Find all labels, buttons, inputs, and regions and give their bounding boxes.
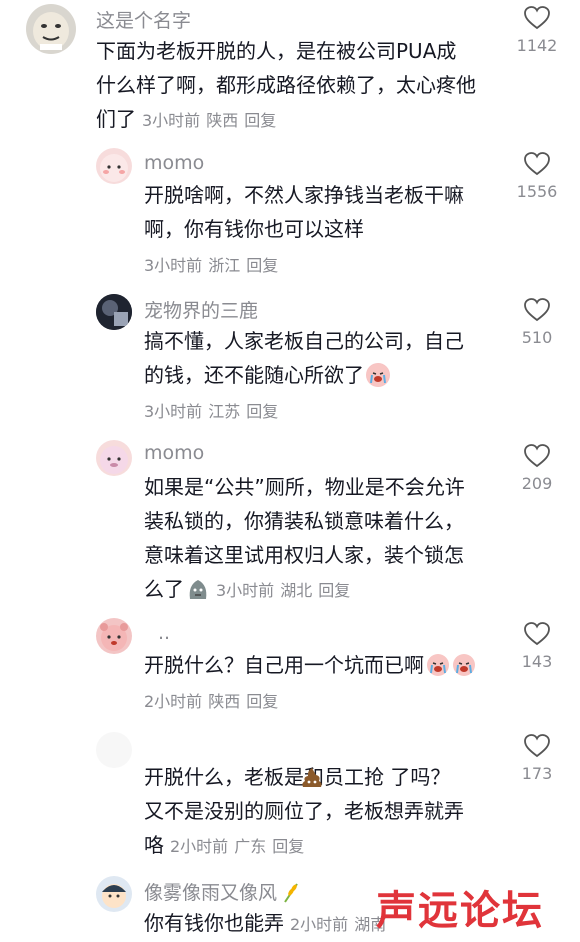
comment-meta: 2小时前 广东 回复 bbox=[170, 837, 310, 856]
like-count: 173 bbox=[521, 764, 553, 783]
meme-face-icon bbox=[33, 12, 69, 50]
comment-line: 开脱什么？自己用一个坑而已啊 bbox=[144, 653, 424, 677]
username[interactable]: .. bbox=[158, 622, 170, 644]
user-avatar[interactable] bbox=[96, 618, 132, 654]
timestamp: 2小时前 bbox=[170, 837, 229, 856]
reply-button[interactable]: 回复 bbox=[246, 256, 278, 275]
comment-text: 搞不懂，人家老板自己的公司，自己 的钱，还不能随心所欲了 bbox=[144, 324, 524, 392]
comment-line-with-emoji: 开脱什么，老板是和员工抢 了吗？ bbox=[144, 760, 524, 794]
heart-icon bbox=[524, 734, 550, 758]
like-button[interactable]: 1142 bbox=[512, 6, 562, 55]
comment-line: 什么样了啊，都形成路径依赖了，太心疼他 bbox=[96, 73, 476, 97]
like-button[interactable]: 510 bbox=[512, 298, 562, 347]
comment-line-last: 么了 3小时前 湖北 回复 bbox=[144, 572, 524, 608]
comment-line-last: 咯 2小时前 广东 回复 bbox=[144, 828, 524, 864]
timestamp: 2小时前 bbox=[290, 915, 349, 934]
heart-icon bbox=[524, 6, 550, 30]
comment-line: 下面为老板开脱的人，是在被公司PUA成 bbox=[96, 39, 457, 63]
timestamp: 3小时前 bbox=[142, 111, 201, 130]
location: 浙江 bbox=[208, 256, 241, 275]
pink-character-icon bbox=[100, 446, 128, 474]
like-button[interactable]: 173 bbox=[512, 734, 562, 783]
wheat-emoji bbox=[279, 880, 303, 904]
comment-line: 搞不懂，人家老板自己的公司，自己 bbox=[144, 329, 464, 353]
comment-meta: 3小时前 浙江 回复 bbox=[144, 252, 284, 276]
reply-button[interactable]: 回复 bbox=[246, 692, 278, 711]
crying-face-emoji bbox=[452, 653, 476, 677]
forum-watermark: 声远论坛 bbox=[376, 887, 544, 934]
user-avatar[interactable] bbox=[96, 876, 132, 912]
username[interactable]: momo bbox=[144, 442, 204, 464]
timestamp: 3小时前 bbox=[144, 256, 203, 275]
comment-line: 意味着这里试用权归人家，装个锁怎 bbox=[144, 543, 464, 567]
comment-text: 如果是“公共”厕所，物业是不会允许 装私锁的，你猜装私锁意味着什么， 意味着这里… bbox=[144, 470, 524, 608]
comment-line: 又不是没别的厕位了，老板想弄就弄 bbox=[144, 799, 464, 823]
heart-icon bbox=[524, 298, 550, 322]
comment-text: 下面为老板开脱的人，是在被公司PUA成 什么样了啊，都形成路径依赖了，太心疼他 … bbox=[96, 34, 516, 138]
comment-line: 的钱，还不能随心所欲了 bbox=[144, 363, 364, 387]
comment-meta: 3小时前 陕西 回复 bbox=[142, 111, 282, 130]
username[interactable]: 这是个名字 bbox=[96, 6, 191, 33]
reply-button[interactable]: 回复 bbox=[244, 111, 276, 130]
poop-emoji bbox=[300, 765, 324, 789]
location: 江苏 bbox=[208, 402, 241, 421]
timestamp: 2小时前 bbox=[144, 692, 203, 711]
cartoon-boy-icon bbox=[102, 884, 126, 908]
like-button[interactable]: 209 bbox=[512, 444, 562, 493]
comment-line: 你有钱你也能弄 bbox=[144, 911, 284, 935]
user-avatar[interactable] bbox=[26, 4, 76, 54]
comment-line-last: 们了 3小时前 陕西 回复 bbox=[96, 102, 516, 138]
comment-text: 开脱什么？自己用一个坑而已啊 bbox=[144, 648, 524, 682]
user-avatar[interactable] bbox=[96, 732, 132, 768]
timestamp: 3小时前 bbox=[144, 402, 203, 421]
user-avatar[interactable] bbox=[96, 440, 132, 476]
username[interactable]: 像雾像雨又像风 bbox=[144, 878, 303, 905]
comment-line: 啊，你有钱你也可以这样 bbox=[144, 217, 364, 241]
pink-bear-icon bbox=[100, 623, 128, 651]
comment-line-with-emoji: 开脱什么？自己用一个坑而已啊 bbox=[144, 648, 524, 682]
comment-line: 么了 bbox=[144, 577, 184, 601]
comment-meta: 3小时前 江苏 回复 bbox=[144, 398, 284, 422]
comment-line: 如果是“公共”厕所，物业是不会允许 bbox=[144, 475, 465, 499]
like-count: 1142 bbox=[516, 36, 558, 55]
comment-text: 开脱什么，老板是和员工抢 了吗？ 又不是没别的厕位了，老板想弄就弄 咯 2小时前广… bbox=[144, 760, 524, 864]
like-count: 510 bbox=[521, 328, 553, 347]
location: 广东 bbox=[234, 837, 267, 856]
location: 湖北 bbox=[280, 581, 313, 600]
timestamp: 3小时前 bbox=[216, 581, 275, 600]
comment-text: 开脱啥啊，不然人家挣钱当老板干嘛 啊，你有钱你也可以这样 bbox=[144, 178, 524, 246]
like-count: 1556 bbox=[516, 182, 558, 201]
comment-line: 咯 bbox=[144, 833, 164, 857]
heart-icon bbox=[524, 152, 550, 176]
heart-icon bbox=[524, 622, 550, 646]
gray-blob-emoji bbox=[186, 577, 210, 601]
reply-button[interactable]: 回复 bbox=[318, 581, 350, 600]
username-text: 像雾像雨又像风 bbox=[144, 882, 278, 904]
like-button[interactable]: 143 bbox=[512, 622, 562, 671]
comment-line: 装私锁的，你猜装私锁意味着什么， bbox=[144, 509, 464, 533]
comment-line: 开脱什么，老板是和员工抢 了吗？ bbox=[144, 765, 451, 789]
comment-line-with-emoji: 的钱，还不能随心所欲了 bbox=[144, 358, 524, 392]
comment-meta: 3小时前 湖北 回复 bbox=[216, 581, 356, 600]
dark-photo-icon bbox=[96, 294, 132, 330]
reply-button[interactable]: 回复 bbox=[272, 837, 304, 856]
comment-line: 开脱啥啊，不然人家挣钱当老板干嘛 bbox=[144, 183, 464, 207]
location: 陕西 bbox=[206, 111, 239, 130]
reply-button[interactable]: 回复 bbox=[246, 402, 278, 421]
crying-face-emoji bbox=[426, 653, 450, 677]
username[interactable]: momo bbox=[144, 152, 204, 174]
comment-meta: 2小时前 陕西 回复 bbox=[144, 688, 284, 712]
crying-face-emoji bbox=[366, 363, 390, 387]
like-button[interactable]: 1556 bbox=[512, 152, 562, 201]
user-avatar[interactable] bbox=[96, 148, 132, 184]
location: 陕西 bbox=[208, 692, 241, 711]
like-count: 209 bbox=[521, 474, 553, 493]
username[interactable]: 宠物界的三鹿 bbox=[144, 296, 258, 323]
user-avatar[interactable] bbox=[96, 294, 132, 330]
pink-character-icon bbox=[100, 154, 128, 182]
like-count: 143 bbox=[521, 652, 553, 671]
comment-line: 们了 bbox=[96, 107, 136, 131]
heart-icon bbox=[524, 444, 550, 468]
